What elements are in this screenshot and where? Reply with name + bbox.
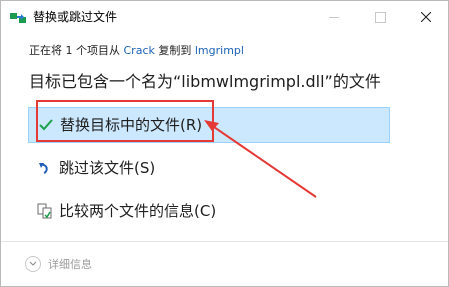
annotation-arrow	[204, 120, 317, 198]
